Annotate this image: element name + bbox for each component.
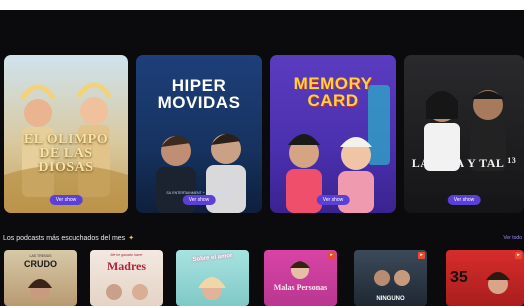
podcast-card-sobre-el-amor[interactable]: Sobre el amor — [176, 250, 249, 306]
ver-show-button[interactable]: Ver show — [447, 195, 481, 205]
ver-show-button[interactable]: Ver show — [182, 195, 216, 205]
podcast-card-title: Malas Personas — [273, 283, 328, 292]
ver-show-button[interactable]: Ver show — [316, 195, 350, 205]
play-badge-icon: ▸ — [515, 252, 522, 259]
hero-card-olimpo[interactable]: EL OLIMPO DE LAS DIOSAS Ver show — [4, 55, 128, 213]
podcast-card-title: 35 — [450, 269, 468, 286]
hero-card-memory-card[interactable]: MEMORY CARD Ver show — [270, 55, 396, 213]
hero-carousel: EL OLIMPO DE LAS DIOSAS Ver show HIPER M… — [0, 55, 524, 215]
podcast-art — [290, 261, 310, 279]
section-title: Los podcasts más escuchados del mes ✦ — [3, 234, 134, 242]
podcast-art — [198, 277, 226, 300]
podcast-art — [106, 284, 148, 300]
hero-card-title-text: LA VIDA Y TAL — [411, 156, 504, 170]
podcast-row: LAS TRENDS CRUDO Me he ganado hacer Madr… — [0, 250, 524, 306]
hero-card-la-vida-y-tal[interactable]: LA VIDA Y TAL 13 Ver show — [404, 55, 524, 213]
section-title-text: Los podcasts más escuchados del mes — [3, 235, 126, 242]
hero-card-hiper-movidas[interactable]: HIPER MOVIDAS SU ENTERTAINMENT + SALVEN … — [136, 55, 262, 213]
hero-card-number: 13 — [507, 156, 517, 165]
podcast-card-ninguno[interactable]: NINGUNO ▸ — [354, 250, 427, 306]
hero-card-title: MEMORY CARD — [293, 74, 373, 110]
podcast-card-malas-personas[interactable]: Malas Personas ▸ — [264, 250, 337, 306]
podcast-card-crudo[interactable]: LAS TRENDS CRUDO — [4, 250, 77, 306]
hero-art-la-vida-y-tal — [424, 90, 506, 171]
ver-show-button[interactable]: Ver show — [49, 195, 83, 205]
podcast-card-madres[interactable]: Me he ganado hacer Madres — [90, 250, 163, 306]
hero-card-title: LA VIDA Y TAL 13 — [404, 156, 524, 170]
see-all-link[interactable]: Ver todo — [503, 235, 522, 241]
sparkle-icon: ✦ — [128, 235, 135, 242]
podcast-card-title: NINGUNO — [376, 296, 405, 302]
play-badge-icon: ▸ — [418, 252, 425, 259]
play-badge-icon: ▸ — [328, 252, 335, 259]
podcast-card-35[interactable]: 35 ▸ — [446, 250, 524, 306]
hero-card-title: EL OLIMPO DE LAS DIOSAS — [23, 132, 109, 175]
top-white-bar — [0, 0, 524, 10]
hero-card-title: HIPER MOVIDAS — [157, 76, 241, 112]
podcast-art — [28, 279, 52, 300]
